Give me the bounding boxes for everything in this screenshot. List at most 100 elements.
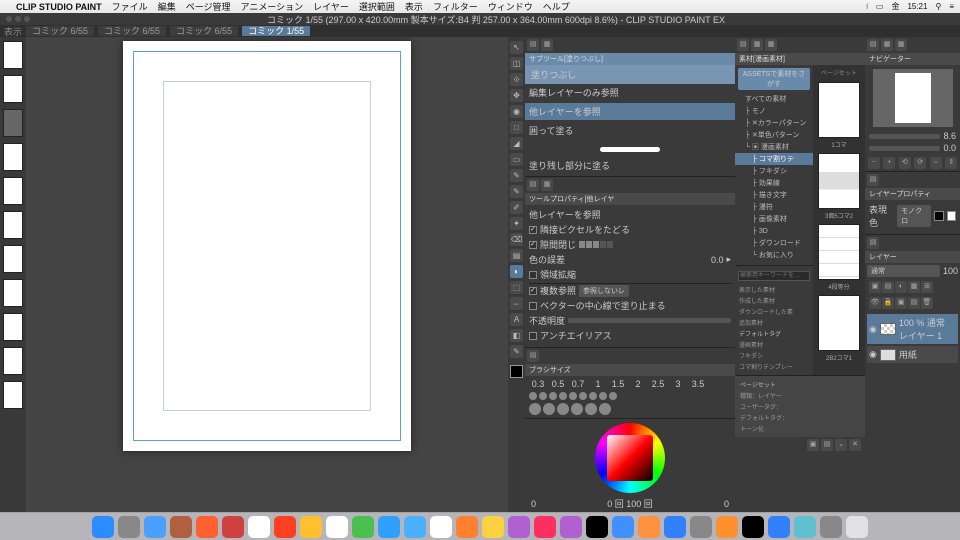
assets-button[interactable]: ASSETSで素材をさがす — [738, 68, 810, 90]
layer-action-icon[interactable]: ▤ — [882, 281, 894, 293]
menu-view[interactable]: 表示 — [405, 0, 423, 13]
brush-dot[interactable] — [609, 392, 617, 400]
layer-action-icon[interactable]: ▣ — [869, 281, 881, 293]
menu-edit[interactable]: 編集 — [158, 0, 176, 13]
subtool-item-sel[interactable]: 他レイヤーを参照 — [529, 105, 601, 118]
layers-header[interactable]: レイヤー — [865, 251, 960, 263]
page-thumb[interactable] — [3, 177, 23, 205]
subtool-item[interactable]: 囲って塗る — [529, 124, 574, 137]
tool-gradient[interactable]: ⬚ — [510, 281, 523, 294]
dock-app-icon[interactable] — [534, 516, 556, 538]
material-thumb[interactable] — [818, 224, 860, 280]
dock-app-icon[interactable] — [300, 516, 322, 538]
dock-app-icon[interactable] — [846, 516, 868, 538]
traffic-max[interactable] — [24, 16, 30, 22]
page-thumb[interactable] — [3, 75, 23, 103]
brush-val[interactable]: 2 — [629, 379, 647, 389]
material-search[interactable] — [738, 271, 810, 281]
layerprop-header[interactable]: レイヤープロパティ — [865, 188, 960, 200]
battery-icon[interactable]: ▭ — [876, 2, 884, 11]
dock-app-icon[interactable] — [482, 516, 504, 538]
dock-app-icon[interactable] — [768, 516, 790, 538]
dock-app-icon[interactable] — [404, 516, 426, 538]
dock-app-icon[interactable] — [248, 516, 270, 538]
tag[interactable]: 追加素材 — [735, 317, 813, 328]
nav-icon[interactable]: ⇔ — [930, 157, 942, 169]
brush-val[interactable]: 3 — [669, 379, 687, 389]
tool-text[interactable]: A — [510, 313, 523, 326]
toolprop-header[interactable]: ツールプロパティ[他レイヤ — [525, 193, 735, 205]
panel-icon[interactable]: ▦ — [541, 39, 553, 51]
brush-dot[interactable] — [599, 403, 611, 415]
doc-tab[interactable]: コミック 6/55 — [26, 26, 94, 36]
dock-app-icon[interactable] — [222, 516, 244, 538]
tool-sub[interactable]: ⟐ — [510, 73, 523, 86]
layer-opacity[interactable]: 100 — [943, 266, 958, 276]
zoom-val[interactable]: 8.6 — [943, 131, 956, 141]
layer-action-icon[interactable]: ▣ — [895, 297, 907, 309]
panel-icon[interactable]: ▤ — [527, 350, 539, 362]
layer-action-icon[interactable]: 🔒 — [882, 297, 894, 309]
doc-tab[interactable]: コミック 6/55 — [98, 26, 166, 36]
brush-val[interactable]: 1 — [589, 379, 607, 389]
brush-dot[interactable] — [579, 392, 587, 400]
nav-icon[interactable]: ⇕ — [945, 157, 957, 169]
tree-item[interactable]: ├ ✕単色パターン — [735, 129, 813, 141]
page-thumb[interactable] — [3, 41, 23, 69]
brush-val[interactable]: 0.5 — [549, 379, 567, 389]
nav-icon[interactable]: ⟳ — [914, 157, 926, 169]
page-thumb[interactable] — [3, 381, 23, 409]
brush-dot[interactable] — [529, 392, 537, 400]
tree-item[interactable]: すべての素材 — [735, 93, 813, 105]
subtool-item[interactable]: 編集レイヤーのみ参照 — [529, 86, 619, 99]
wifi-icon[interactable]: ⧙ — [866, 2, 868, 12]
page-thumb[interactable] — [3, 347, 23, 375]
traffic-close[interactable] — [6, 16, 12, 22]
dock-app-icon[interactable] — [144, 516, 166, 538]
panel-icon[interactable]: ▦ — [881, 39, 893, 51]
tool-correct[interactable]: ✎ — [510, 345, 523, 358]
dock-app-icon[interactable] — [586, 516, 608, 538]
dock-app-icon[interactable] — [612, 516, 634, 538]
menu-page[interactable]: ページ管理 — [186, 0, 231, 13]
nav-icon[interactable]: ⟲ — [899, 157, 911, 169]
tag[interactable]: 漫画素材 — [735, 339, 813, 350]
tool-airbrush[interactable]: ✐ — [510, 201, 523, 214]
tool-lasso[interactable]: ◉ — [510, 105, 523, 118]
layer-item[interactable]: ◉ 用紙 — [867, 346, 958, 363]
dock-app-icon[interactable] — [196, 516, 218, 538]
tag[interactable]: 表示した素材 — [735, 284, 813, 295]
swatch-white[interactable] — [947, 211, 956, 221]
dock-app-icon[interactable] — [820, 516, 842, 538]
day[interactable]: 金 — [891, 1, 899, 12]
menu-window[interactable]: ウィンドウ — [488, 0, 533, 13]
layer-action-icon[interactable]: ⊞ — [921, 281, 933, 293]
brush-val[interactable]: 0.7 — [569, 379, 587, 389]
tool-pencil[interactable]: ✎ — [510, 169, 523, 182]
rot-slider[interactable] — [869, 146, 940, 151]
tree-item[interactable]: └ お気に入り — [735, 249, 813, 261]
page-thumb[interactable] — [3, 109, 23, 137]
brush-val[interactable]: 2.5 — [649, 379, 667, 389]
tool-pen[interactable]: ▭ — [510, 153, 523, 166]
tool-fill[interactable]: ◐ — [510, 265, 523, 278]
tree-item-sel[interactable]: ├ コマ割りテ — [735, 153, 813, 165]
stepper-icon[interactable]: ▸ — [726, 254, 731, 265]
mat-action-icon[interactable]: ✕ — [849, 439, 861, 451]
tree-item[interactable]: ├ フキダシ — [735, 165, 813, 177]
app-name[interactable]: CLIP STUDIO PAINT — [16, 2, 102, 12]
tool-balloon[interactable]: ◧ — [510, 329, 523, 342]
page-thumb[interactable] — [3, 143, 23, 171]
brush-dot[interactable] — [571, 403, 583, 415]
brush-val[interactable]: 1.5 — [609, 379, 627, 389]
tree-item[interactable]: ├ 描き文字 — [735, 189, 813, 201]
material-header[interactable]: 素材[漫画素材] — [735, 53, 865, 65]
brush-dot[interactable] — [529, 403, 541, 415]
tool-eraser[interactable]: ⌫ — [510, 233, 523, 246]
chk-multiref[interactable] — [529, 287, 537, 295]
menu-extra-icon[interactable]: ≡ — [949, 2, 954, 11]
dock-app-icon[interactable] — [326, 516, 348, 538]
nav-icon[interactable]: + — [883, 157, 895, 169]
material-thumb[interactable] — [818, 153, 860, 209]
tag[interactable]: 作成した素材 — [735, 295, 813, 306]
